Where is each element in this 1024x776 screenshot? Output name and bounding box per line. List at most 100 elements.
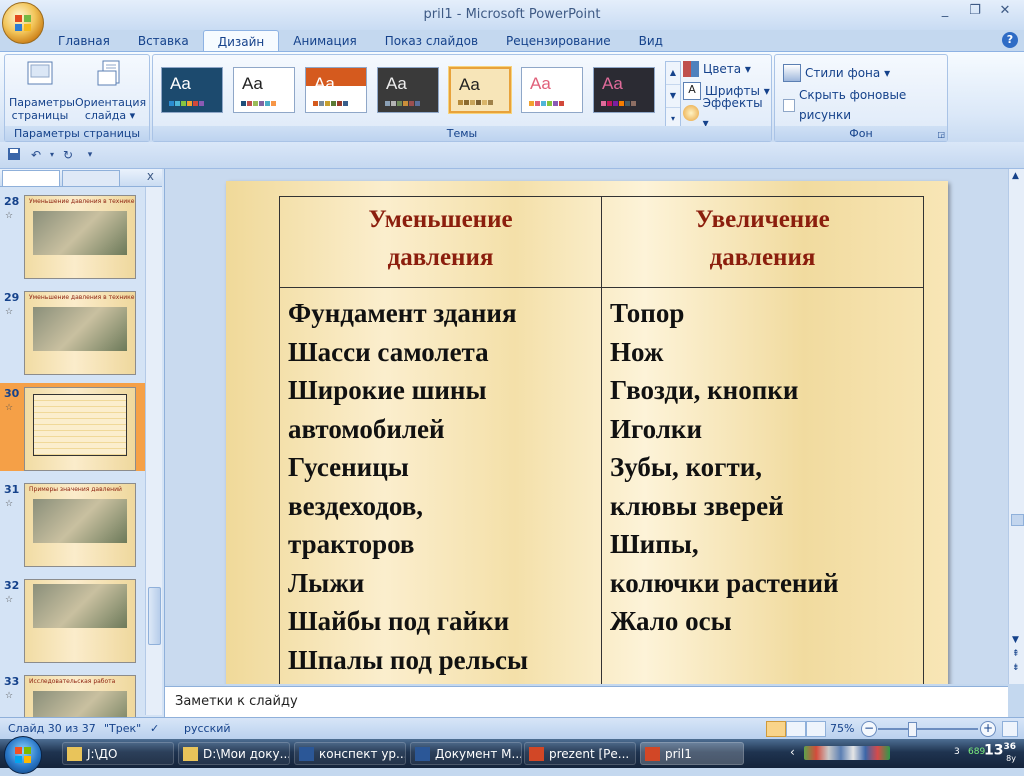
orientation-button[interactable]: Ориентация слайда ▾ [75,59,146,122]
page-setup-icon [27,61,53,85]
tab-insert[interactable]: Вставка [124,30,203,52]
dialog-launcher-icon[interactable]: ◲ [937,130,945,139]
slides-tab[interactable] [2,170,60,186]
slide-thumbnail-30[interactable]: 30 ☆ [0,383,145,471]
thumbnail-title: Примеры значения давлений [29,486,122,493]
redo-icon[interactable]: ↻ [60,147,76,163]
theme-thumbnail[interactable]: Aa [449,67,511,113]
restore-button[interactable]: ❐ [960,2,990,22]
page-setup-button[interactable]: Параметры страницы [9,59,75,122]
transition-icon: ☆ [5,595,14,605]
taskbar-button[interactable]: конспект ур... [294,742,406,765]
zoom-in-icon[interactable]: + [980,721,996,737]
theme-colors-button[interactable]: Цвета ▾ [683,59,751,79]
table-cell-line: Зубы, когти, [610,452,763,482]
taskbar-clock[interactable]: 1336 8y [984,742,1016,763]
theme-thumbnail[interactable]: Aa [593,67,655,113]
gallery-down-icon[interactable]: ▼ [666,85,680,108]
table-cell-line: тракторов [288,529,415,559]
header-line: Увеличение [695,206,830,233]
outline-tab[interactable] [62,170,120,186]
table-cell-line: вездеходов, [288,490,424,521]
taskbar-button[interactable]: Документ М... [410,742,522,765]
zoom-slider-knob[interactable] [908,722,917,737]
theme-color-swatches [601,101,636,106]
slide-thumbnail-28[interactable]: 28 ☆ Уменьшение давления в технике [0,191,145,279]
sorter-view-button[interactable] [786,721,806,737]
tab-review[interactable]: Рецензирование [492,30,625,52]
slide-canvas[interactable]: Уменьшение давления Увеличение давления … [226,181,948,684]
tab-design[interactable]: Дизайн [202,30,280,52]
zoom-slider[interactable] [878,728,978,730]
table-cell-decrease-examples[interactable]: Фундамент здания Шасси самолета Широкие ши… [279,287,602,684]
tray-chevron-icon[interactable]: ‹ [790,745,795,759]
slide-number: 32 [4,579,20,592]
office-button[interactable] [2,2,44,44]
editor-scroll-thumb[interactable] [1011,514,1024,526]
taskbar-button[interactable]: prezent [Ре... [524,742,636,765]
taskbar-button[interactable]: pril1 [640,742,744,765]
tab-animation[interactable]: Анимация [279,30,370,52]
table-cell-line: Иголки [610,413,702,444]
word-icon [415,747,430,761]
theme-thumbnail[interactable]: Aa [377,67,439,113]
fonts-icon: A [683,82,701,100]
tab-home[interactable]: Главная [44,30,124,52]
close-button[interactable]: ✕ [990,2,1020,22]
language[interactable]: русский [184,722,231,735]
customize-qat-icon[interactable]: ▾ [82,147,98,163]
tab-view[interactable]: Вид [625,30,677,52]
prev-slide-icon[interactable]: ⇞ [1012,649,1020,659]
background-styles-button[interactable]: Стили фона ▾ [783,63,890,83]
theme-effects-button[interactable]: Эффекты ▾ [683,96,771,130]
start-button[interactable] [4,736,42,774]
scroll-up-icon[interactable]: ▲ [1012,171,1019,181]
editor-scrollbar[interactable]: ▲ ▼ ⇞ ⇟ [1008,169,1024,684]
gallery-up-icon[interactable]: ▲ [666,62,680,85]
table-cell-line: Широкие шины [288,375,487,405]
zoom-level[interactable]: 75% [830,722,854,735]
taskbar-button[interactable]: J:\ДО [62,742,174,765]
next-slide-icon[interactable]: ⇟ [1012,663,1020,673]
help-icon[interactable]: ? [1002,32,1018,48]
taskbar-button[interactable]: D:\Мои доку... [178,742,290,765]
fit-to-window-icon[interactable] [1002,721,1018,737]
minimize-button[interactable]: _ [930,2,960,22]
theme-color-swatches [241,101,276,106]
slide-thumbnail-29[interactable]: 29 ☆ Уменьшение давления в технике [0,287,145,375]
notes-pane[interactable]: Заметки к слайду [165,686,1008,717]
theme-gallery-scroll[interactable]: ▲ ▼ ▾ [665,61,681,131]
undo-icon[interactable]: ↶ [28,147,44,163]
hide-background-checkbox[interactable]: Скрыть фоновые рисунки [783,88,947,122]
slides-pane-tabs: x [0,169,162,187]
pane-close-icon[interactable]: x [147,169,154,183]
window-title: pril1 - Microsoft PowerPoint [423,7,601,22]
table-cell-line: колючки растений [610,567,839,598]
pane-scroll-thumb[interactable] [148,587,161,645]
thumbnail-table-icon [33,394,127,456]
theme-thumbnail[interactable]: Aa [233,67,295,113]
tab-slideshow[interactable]: Показ слайдов [371,30,492,52]
background-styles-label: Стили фона ▾ [805,66,891,80]
table-header-increase[interactable]: Увеличение давления [601,196,924,288]
theme-thumbnail[interactable]: Aa [521,67,583,113]
undo-dropdown-icon[interactable]: ▾ [44,147,60,163]
spellcheck-icon[interactable]: ✓ [150,722,159,735]
slide-thumbnail-31[interactable]: 31 ☆ Примеры значения давлений [0,479,145,567]
pane-scrollbar[interactable] [145,187,162,715]
background-group: Стили фона ▾ Скрыть фоновые рисунки Фон … [774,54,948,142]
normal-view-button[interactable] [766,721,786,737]
slideshow-view-button[interactable] [806,721,826,737]
table-cell-line: Шайбы под гайки [288,606,510,636]
transition-icon: ☆ [5,691,14,701]
pressure-table[interactable]: Уменьшение давления Увеличение давления … [279,196,924,684]
table-cell-increase-examples[interactable]: Топор Нож Гвозди, кнопки Иголки Зубы, когти,… [601,287,924,684]
zoom-out-icon[interactable]: − [861,721,877,737]
scroll-down-icon[interactable]: ▼ [1012,635,1019,645]
theme-thumbnail[interactable]: Aa [161,67,223,113]
save-icon[interactable] [6,147,22,163]
tray-apps-icon[interactable] [804,746,890,760]
theme-thumbnail[interactable]: Aa [305,67,367,113]
slide-thumbnail-32[interactable]: 32 ☆ [0,575,145,663]
table-header-decrease[interactable]: Уменьшение давления [279,196,602,288]
